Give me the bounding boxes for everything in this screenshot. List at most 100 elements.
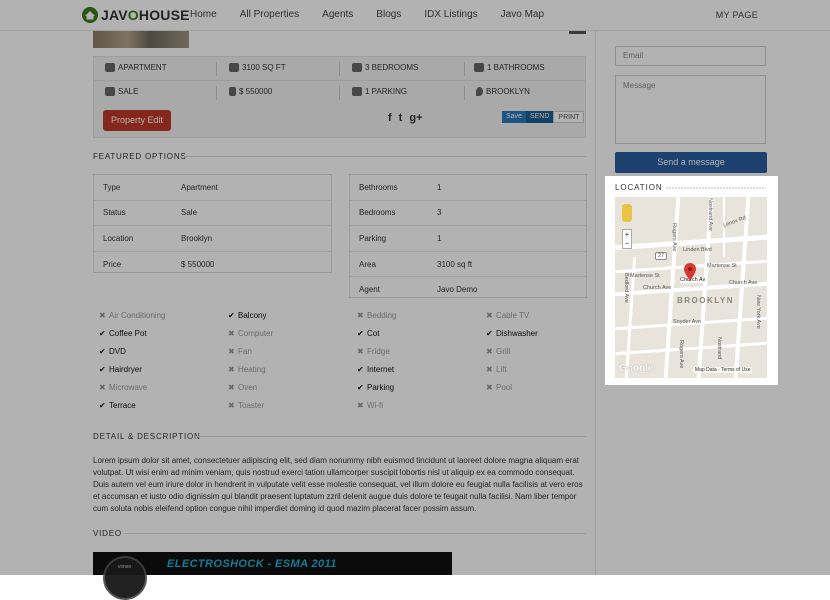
amenity-label: Grill: [496, 347, 511, 356]
bath-icon: [474, 63, 484, 72]
amenity-label: Lift: [496, 365, 507, 374]
check-icon: ✔: [99, 329, 106, 338]
nav-agents[interactable]: Agents: [322, 9, 353, 20]
cross-icon: ✖: [228, 329, 235, 338]
table-row: Bedrooms 3: [350, 201, 586, 227]
share-actions: Save SEND PRINT: [502, 111, 585, 123]
amenity-label: Heating: [238, 365, 266, 374]
google-plus-icon[interactable]: g+: [409, 112, 422, 124]
info-status: SALE: [105, 87, 138, 96]
property-photo-thumbnail[interactable]: [93, 31, 189, 48]
nav-my-page[interactable]: MY PAGE: [716, 10, 758, 20]
map-label: Linden Blvd: [683, 247, 712, 253]
property-edit-button[interactable]: Property Edit: [103, 110, 171, 131]
table-row: Price $ 550000: [103, 259, 215, 269]
house-logo-icon: [82, 7, 98, 23]
amenity-label: Computer: [238, 329, 274, 338]
amenity-label: Coffee Pot: [109, 329, 147, 338]
cross-icon: ✖: [486, 347, 493, 356]
info-bedrooms: 3 BEDROOMS: [352, 63, 418, 72]
amenity-item: ✖ Heating: [228, 365, 266, 374]
map-label: Church Ave: [643, 285, 672, 291]
location-map[interactable]: Linden Blvd 27 Martense St Martense St C…: [615, 197, 767, 378]
map-label: Martense St: [630, 273, 660, 279]
send-message-button[interactable]: Send a message: [615, 152, 767, 173]
cross-icon: ✖: [357, 347, 364, 356]
amenity-item: ✔ Parking: [357, 383, 394, 392]
amenity-label: DVD: [109, 347, 126, 356]
amenity-label: Fridge: [367, 347, 390, 356]
amenity-item: ✔ Dishwasher: [486, 329, 538, 338]
check-icon: ✔: [357, 365, 364, 374]
map-attribution[interactable]: Map Data · Terms of Use: [693, 367, 753, 373]
coins-icon: [229, 87, 236, 96]
map-label: Church Ave: [729, 280, 758, 286]
detail-description-title: DETAIL & DESCRIPTION: [93, 432, 201, 441]
map-label: Nostrand Ave: [707, 198, 713, 231]
table-row: Location Brooklyn: [94, 226, 331, 252]
amenity-item: ✔ Hairdryer: [99, 365, 142, 374]
zoom-out-icon[interactable]: −: [623, 239, 631, 248]
nav-all-properties[interactable]: All Properties: [240, 9, 299, 20]
table-row: Parking 1: [350, 226, 586, 252]
amenity-label: Internet: [367, 365, 395, 374]
amenity-item: ✖ Grill: [486, 347, 510, 356]
cross-icon: ✖: [486, 311, 493, 320]
video-title: VIDEO: [93, 529, 122, 538]
featured-table-left: Type Apartment Status Sale Location Brookly…: [93, 174, 332, 273]
email-field[interactable]: Email: [615, 46, 766, 66]
send-button[interactable]: SEND: [525, 111, 554, 123]
map-marker-icon[interactable]: [684, 263, 696, 281]
table-row: Type Apartment: [94, 175, 331, 201]
map-label: Snyder Ave: [673, 319, 702, 325]
amenity-item: ✔ Internet: [357, 365, 394, 374]
amenity-label: Dishwasher: [496, 329, 538, 338]
message-field[interactable]: Message: [615, 75, 766, 144]
amenity-label: Oven: [238, 383, 258, 392]
top-navbar: JAVOHOUSE Home All Properties Agents Blo…: [0, 0, 830, 31]
amenity-label: Parking: [367, 383, 395, 392]
map-label: Bedford Ave: [623, 273, 629, 303]
cross-icon: ✖: [357, 311, 364, 320]
twitter-icon[interactable]: t: [399, 112, 403, 124]
info-area: 3100 SQ FT: [229, 63, 286, 72]
slider-control-icon[interactable]: [569, 31, 586, 34]
cross-icon: ✖: [99, 383, 106, 392]
nav-home[interactable]: Home: [190, 9, 217, 20]
nav-javo-map[interactable]: Javo Map: [501, 9, 544, 20]
amenity-label: Wi-fi: [367, 401, 383, 410]
building-icon: [105, 63, 115, 72]
map-label: New York Ave: [755, 295, 761, 329]
table-row: Area 3100 sq ft: [350, 252, 586, 278]
car-icon: [352, 87, 362, 96]
map-pin-icon: [476, 87, 483, 96]
info-parking: 1 PARKING: [352, 87, 407, 96]
cross-icon: ✖: [228, 365, 235, 374]
vimeo-disc-icon: [103, 556, 147, 600]
map-label: Nostrand: [716, 337, 722, 360]
info-price: $ 550000: [229, 87, 272, 96]
featured-table-right: Bethrooms 1 Bedrooms 3 Parking 1 Area 3100 s…: [349, 174, 587, 298]
amenity-label: Terrace: [109, 401, 136, 410]
table-row: Agent Javo Demo: [359, 285, 478, 295]
cross-icon: ✖: [228, 383, 235, 392]
site-logo[interactable]: JAVOHOUSE: [82, 6, 190, 24]
map-zoom-control[interactable]: + −: [622, 229, 632, 249]
amenity-label: Cot: [367, 329, 380, 338]
street-view-pegman-icon[interactable]: [622, 204, 632, 222]
print-button[interactable]: PRINT: [553, 111, 585, 123]
google-logo: Google: [619, 363, 654, 374]
video-player[interactable]: vimeo ELECTROSHOCK - ESMA 2011: [93, 552, 452, 600]
cross-icon: ✖: [228, 401, 235, 410]
save-button[interactable]: Save: [502, 111, 526, 123]
amenity-item: ✖ Lift: [486, 365, 507, 374]
amenity-item: ✖ Air Conditioning: [99, 311, 165, 320]
vimeo-label: vimeo: [118, 564, 132, 570]
video-clip-title: ELECTROSHOCK - ESMA 2011: [167, 558, 337, 570]
facebook-icon[interactable]: f: [388, 112, 392, 124]
nav-idx-listings[interactable]: IDX Listings: [424, 9, 477, 20]
amenity-item: ✖ Computer: [228, 329, 273, 338]
nav-blogs[interactable]: Blogs: [376, 9, 401, 20]
zoom-in-icon[interactable]: +: [623, 230, 631, 239]
amenity-label: Balcony: [238, 311, 267, 320]
